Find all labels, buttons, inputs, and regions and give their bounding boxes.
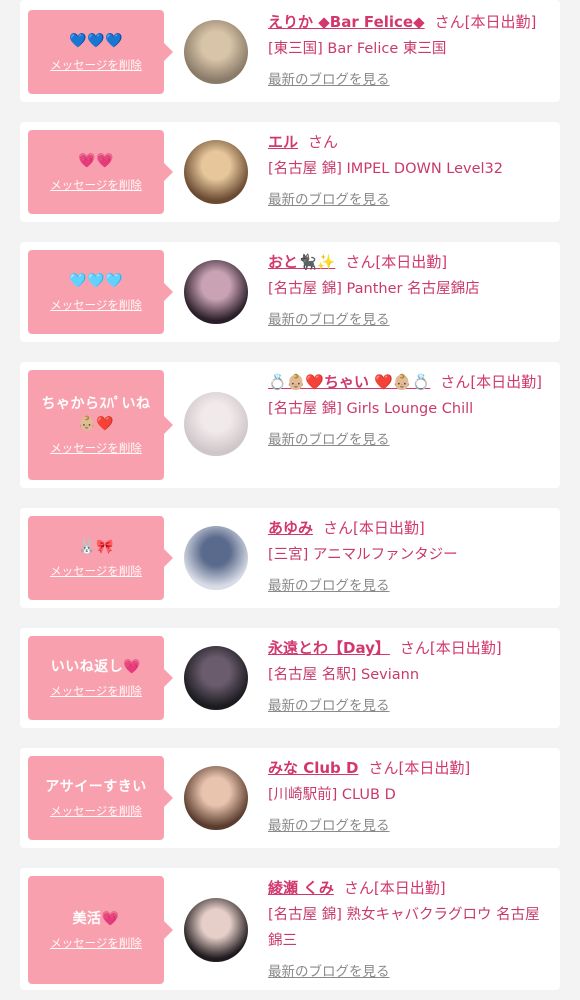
message-bubble: 美活💗 メッセージを削除 — [28, 876, 173, 984]
latest-blog-link[interactable]: 最新のブログを見る — [268, 696, 546, 716]
message-text: ちゃからｽﾊﾟいね👶🏼❤️ — [41, 396, 151, 432]
cast-name-link[interactable]: 💍👶🏼❤️ちゃい ❤️👶🏼💍 — [268, 373, 430, 391]
name-line: 永遠とわ【Day】 さん[本日出勤] — [268, 636, 546, 660]
latest-blog-link[interactable]: 最新のブログを見る — [268, 70, 546, 90]
honorific: さん — [434, 13, 465, 31]
honorific: さん — [343, 879, 374, 897]
name-line: あゆみ さん[本日出勤] — [268, 516, 546, 540]
delete-message-link[interactable]: メッセージを削除 — [50, 935, 142, 951]
shop-name: [川崎駅前] CLUB D — [268, 787, 396, 803]
attendance-status: [本日出勤] — [373, 879, 446, 897]
message-text: 🩵🩵🩵 — [69, 273, 123, 289]
message-card: 💗💗 メッセージを削除 エル さん [名古屋 錦] IMPEL DOWN Level32… — [20, 122, 560, 222]
cast-name-link[interactable]: あゆみ — [268, 519, 313, 537]
profile-info: おと🐈‍⬛✨ さん[本日出勤] [名古屋 錦] Panther 名古屋錦店最新のブロ… — [268, 250, 546, 330]
honorific: さん — [345, 253, 376, 271]
avatar[interactable] — [184, 140, 248, 204]
name-line: 綾瀬 くみ さん[本日出勤] — [268, 876, 546, 900]
message-text: 💙💙💙 — [69, 33, 123, 49]
attendance-status: [本日出勤] — [464, 13, 537, 31]
message-card: 💙💙💙 メッセージを削除 えりか ◆Bar Felice◆ さん[本日出勤] [東三国]… — [20, 0, 560, 102]
honorific: さん — [308, 133, 339, 151]
avatar[interactable] — [184, 766, 248, 830]
message-card: 美活💗 メッセージを削除 綾瀬 くみ さん[本日出勤] [名古屋 錦] 熟女キャバクラグ… — [20, 868, 560, 990]
name-line: エル さん — [268, 130, 546, 154]
message-text: アサイーすきい — [45, 779, 147, 795]
attendance-status: [本日出勤] — [375, 253, 448, 271]
delete-message-link[interactable]: メッセージを削除 — [50, 563, 142, 579]
delete-message-link[interactable]: メッセージを削除 — [50, 297, 142, 313]
latest-blog-link[interactable]: 最新のブログを見る — [268, 962, 546, 982]
shop-name: [三宮] アニマルファンタジー — [268, 547, 458, 563]
delete-message-link[interactable]: メッセージを削除 — [50, 57, 142, 73]
attendance-status: [本日出勤] — [470, 373, 543, 391]
cast-name-link[interactable]: 綾瀬 くみ — [268, 879, 334, 897]
profile-info: エル さん [名古屋 錦] IMPEL DOWN Level32 最新のブログを見る — [268, 130, 546, 210]
cast-name-link[interactable]: えりか ◆Bar Felice◆ — [268, 13, 425, 31]
honorific: さん — [323, 519, 354, 537]
name-line: みな Club D さん[本日出勤] — [268, 756, 546, 780]
cast-name-link[interactable]: エル — [268, 133, 298, 151]
delete-message-link[interactable]: メッセージを削除 — [50, 177, 142, 193]
shop-name: [名古屋 錦] Panther 名古屋錦店 — [268, 281, 480, 297]
avatar[interactable] — [184, 260, 248, 324]
message-bubble: ちゃからｽﾊﾟいね👶🏼❤️ メッセージを削除 — [28, 370, 173, 480]
shop-name: [東三国] Bar Felice 東三国 — [268, 41, 447, 57]
message-card: 🩵🩵🩵 メッセージを削除 おと🐈‍⬛✨ さん[本日出勤] [名古屋 錦] Panther… — [20, 242, 560, 342]
profile-info: 永遠とわ【Day】 さん[本日出勤] [名古屋 名駅] Seviann 最新のブログを… — [268, 636, 546, 716]
avatar[interactable] — [184, 526, 248, 590]
delete-message-link[interactable]: メッセージを削除 — [50, 440, 142, 456]
profile-info: 綾瀬 くみ さん[本日出勤] [名古屋 錦] 熟女キャバクラグロウ 名古屋錦三最新の… — [268, 876, 546, 982]
cast-name-link[interactable]: みな Club D — [268, 759, 358, 777]
shop-name: [名古屋 錦] Girls Lounge Chill — [268, 401, 474, 417]
latest-blog-link[interactable]: 最新のブログを見る — [268, 816, 546, 836]
profile-info: みな Club D さん[本日出勤] [川崎駅前] CLUB D 最新のブログを見る — [268, 756, 546, 836]
avatar[interactable] — [184, 392, 248, 456]
honorific: さん — [368, 759, 399, 777]
message-list: 💙💙💙 メッセージを削除 えりか ◆Bar Felice◆ さん[本日出勤] [東三国]… — [0, 0, 580, 1000]
shop-name: [名古屋 錦] IMPEL DOWN Level32 — [268, 161, 504, 177]
message-card: アサイーすきい メッセージを削除 みな Club D さん[本日出勤] [川崎駅前] C… — [20, 748, 560, 848]
latest-blog-link[interactable]: 最新のブログを見る — [268, 190, 546, 210]
message-bubble: アサイーすきい メッセージを削除 — [28, 756, 173, 840]
message-bubble: 💙💙💙 メッセージを削除 — [28, 10, 173, 94]
message-card: ちゃからｽﾊﾟいね👶🏼❤️ メッセージを削除 💍👶🏼❤️ちゃい ❤️👶🏼💍 さん[本日… — [20, 362, 560, 488]
latest-blog-link[interactable]: 最新のブログを見る — [268, 576, 546, 596]
message-bubble: 💗💗 メッセージを削除 — [28, 130, 173, 214]
attendance-status: [本日出勤] — [429, 639, 502, 657]
delete-message-link[interactable]: メッセージを削除 — [50, 803, 142, 819]
name-line: えりか ◆Bar Felice◆ さん[本日出勤] — [268, 10, 546, 34]
message-card: いいね返し💗 メッセージを削除 永遠とわ【Day】 さん[本日出勤] [名古屋 名駅] … — [20, 628, 560, 728]
honorific: さん — [440, 373, 471, 391]
profile-info: えりか ◆Bar Felice◆ さん[本日出勤] [東三国] Bar Felice… — [268, 10, 546, 90]
attendance-status: [本日出勤] — [353, 519, 425, 537]
message-bubble: 🩵🩵🩵 メッセージを削除 — [28, 250, 173, 334]
message-card: 🐰🎀 メッセージを削除 あゆみ さん[本日出勤] [三宮] アニマルファンタジー最新のブ… — [20, 508, 560, 608]
message-bubble: いいね返し💗 メッセージを削除 — [28, 636, 173, 720]
delete-message-link[interactable]: メッセージを削除 — [50, 683, 142, 699]
avatar[interactable] — [184, 20, 248, 84]
latest-blog-link[interactable]: 最新のブログを見る — [268, 430, 546, 450]
attendance-status: [本日出勤] — [398, 759, 471, 777]
cast-name-link[interactable]: 永遠とわ【Day】 — [268, 639, 390, 657]
avatar[interactable] — [184, 898, 248, 962]
avatar[interactable] — [184, 646, 248, 710]
shop-name: [名古屋 錦] 熟女キャバクラグロウ 名古屋錦三 — [268, 907, 540, 949]
honorific: さん — [399, 639, 430, 657]
message-bubble: 🐰🎀 メッセージを削除 — [28, 516, 173, 600]
cast-name-link[interactable]: おと🐈‍⬛✨ — [268, 253, 335, 271]
message-text: 💗💗 — [78, 153, 114, 169]
message-text: 美活💗 — [72, 911, 120, 927]
name-line: おと🐈‍⬛✨ さん[本日出勤] — [268, 250, 546, 274]
message-text: 🐰🎀 — [78, 539, 114, 555]
name-line: 💍👶🏼❤️ちゃい ❤️👶🏼💍 さん[本日出勤] — [268, 370, 546, 394]
profile-info: 💍👶🏼❤️ちゃい ❤️👶🏼💍 さん[本日出勤] [名古屋 錦] Girls Loun… — [268, 370, 546, 450]
shop-name: [名古屋 名駅] Seviann — [268, 667, 420, 683]
latest-blog-link[interactable]: 最新のブログを見る — [268, 310, 546, 330]
message-text: いいね返し💗 — [50, 659, 142, 675]
profile-info: あゆみ さん[本日出勤] [三宮] アニマルファンタジー最新のブログを見る — [268, 516, 546, 596]
